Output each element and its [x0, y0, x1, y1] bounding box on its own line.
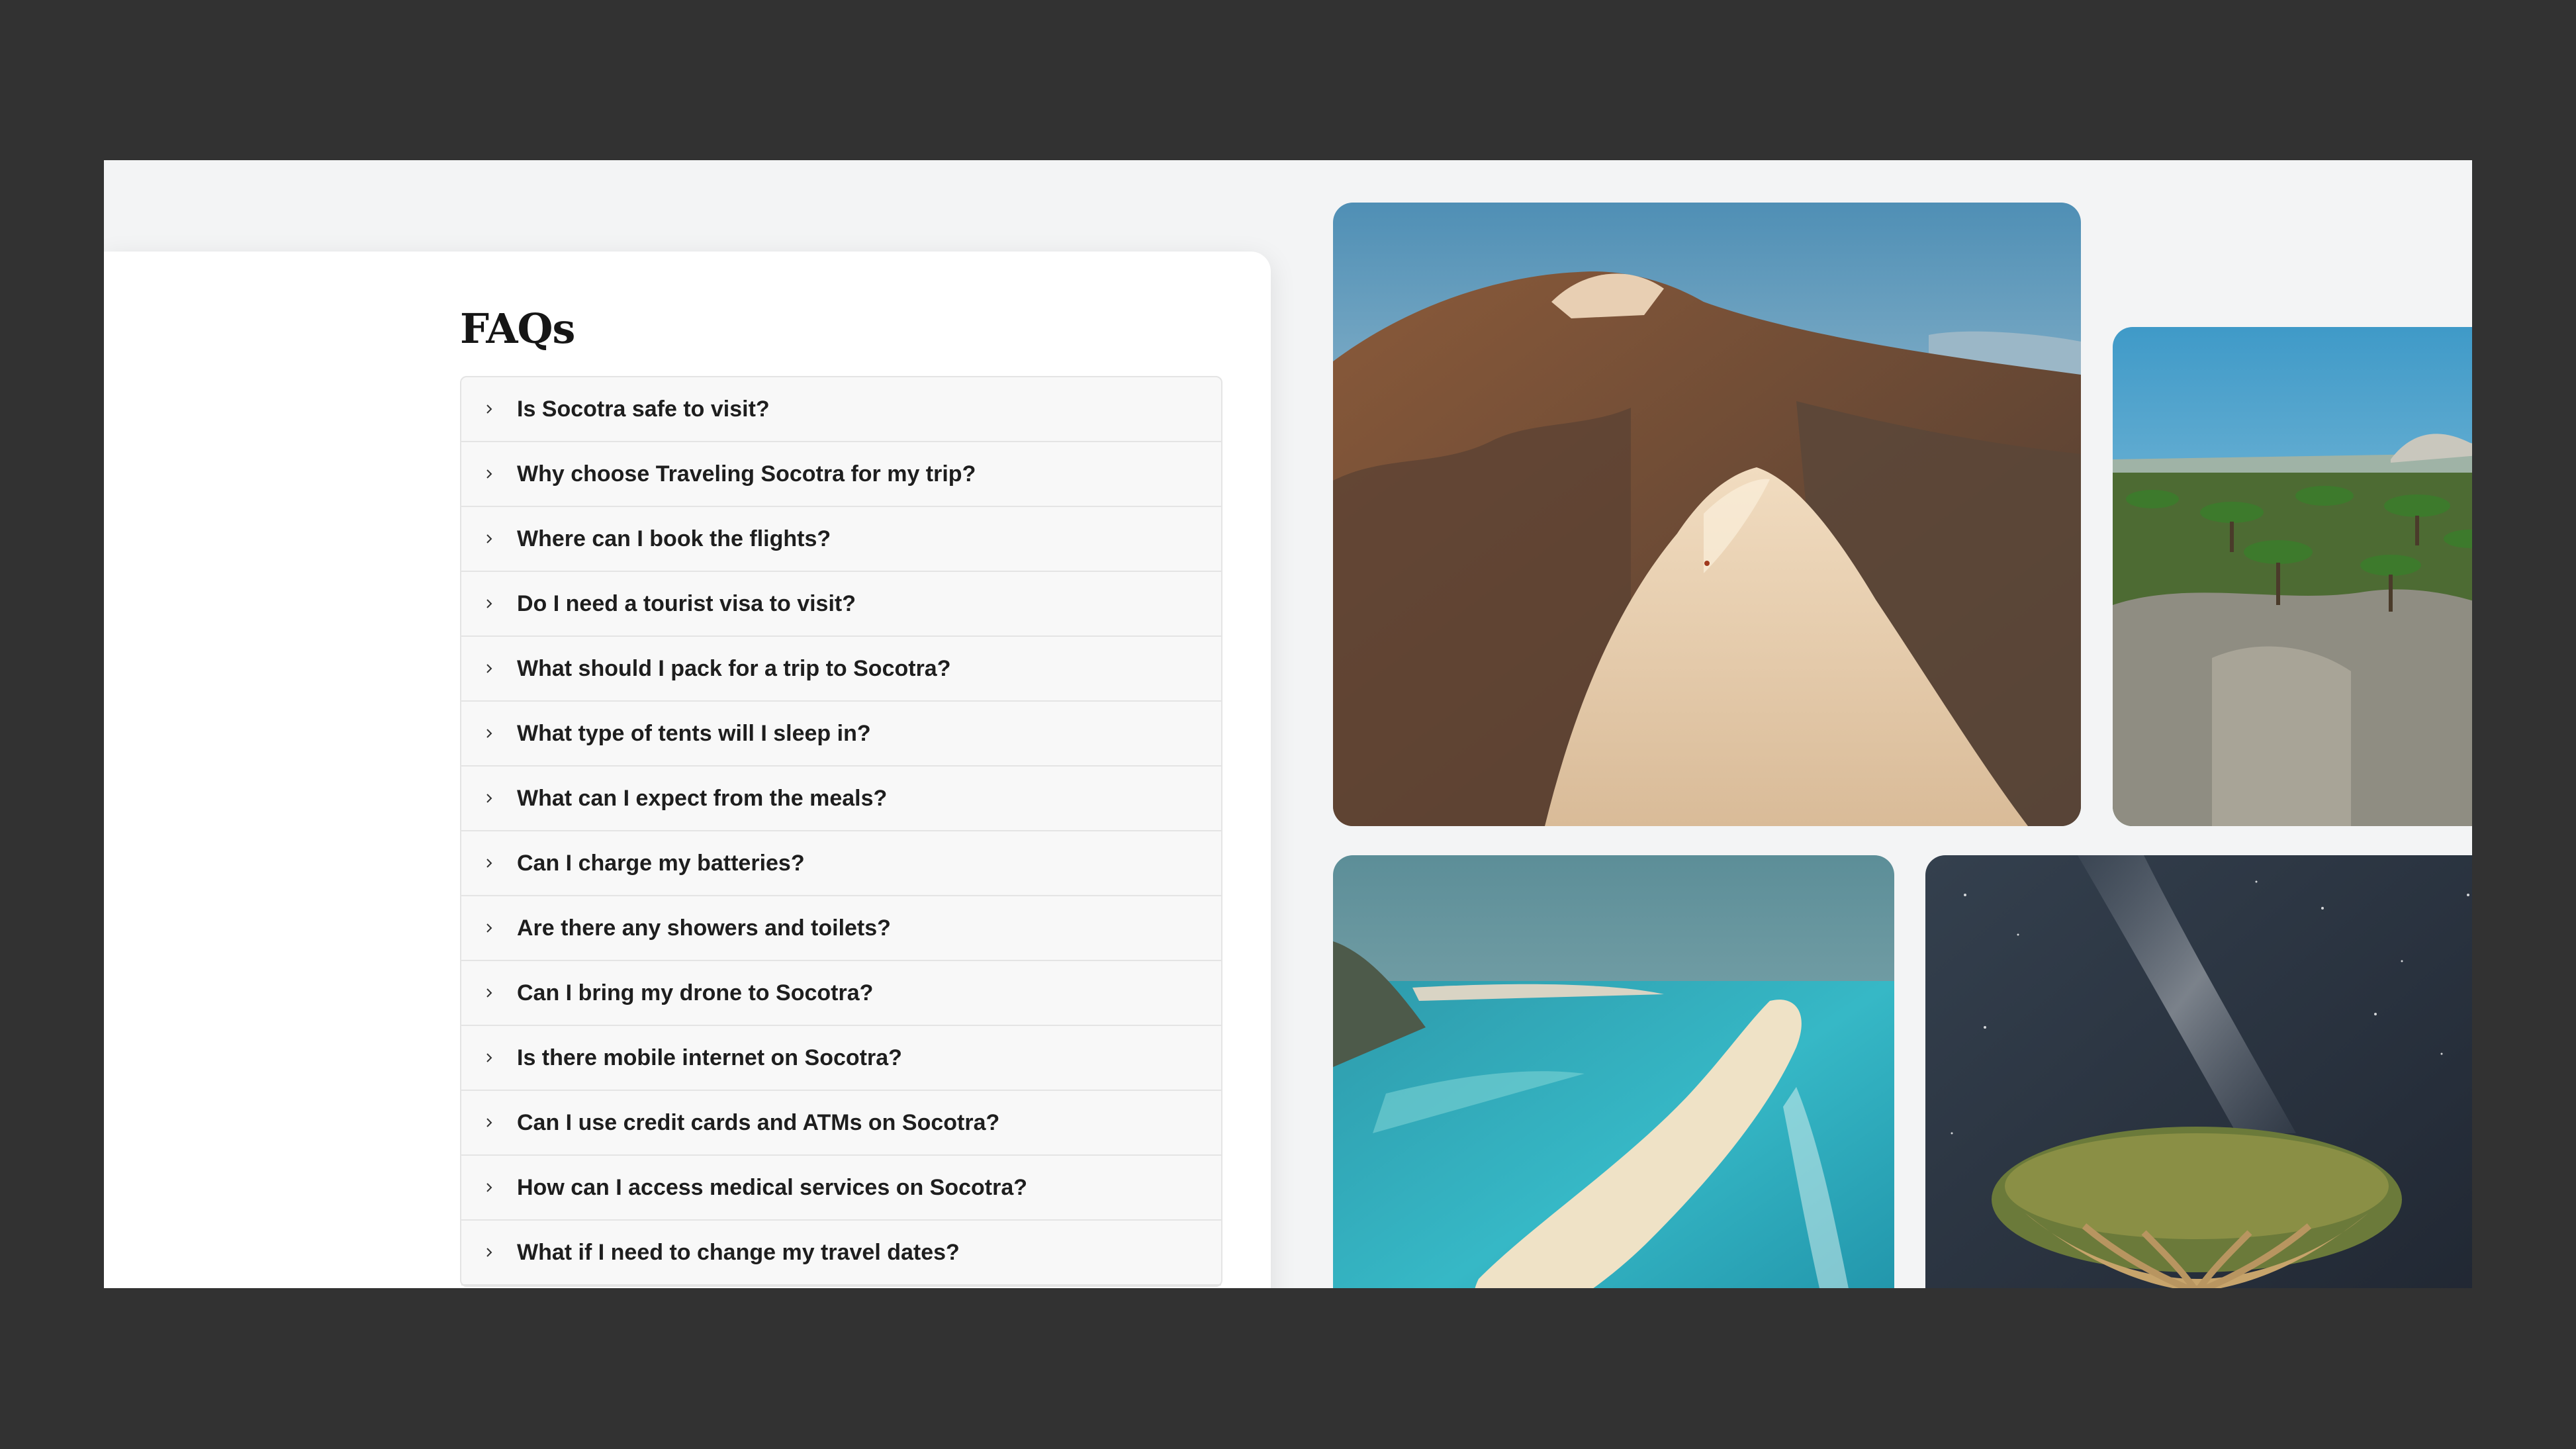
chevron-right-icon — [486, 1053, 492, 1062]
faq-item[interactable]: What if I need to change my travel dates… — [461, 1221, 1221, 1285]
faq-question: What type of tents will I sleep in? — [517, 720, 871, 746]
faq-title: FAQs — [460, 304, 575, 353]
chevron-right-icon — [486, 859, 492, 868]
faq-panel: FAQs Is Socotra safe to visit? Why choos… — [104, 252, 1271, 1288]
chevron-right-icon — [486, 923, 492, 933]
faq-item[interactable]: What should I pack for a trip to Socotra… — [461, 637, 1221, 702]
faq-item[interactable]: Is there mobile internet on Socotra? — [461, 1026, 1221, 1091]
faq-item[interactable]: Can I charge my batteries? — [461, 831, 1221, 896]
chevron-right-icon — [486, 1118, 492, 1127]
chevron-right-icon — [486, 1248, 492, 1257]
faq-question: Is there mobile internet on Socotra? — [517, 1045, 902, 1070]
faq-accordion: Is Socotra safe to visit? Why choose Tra… — [460, 376, 1222, 1287]
faq-question: Is Socotra safe to visit? — [517, 396, 770, 422]
page-frame: FAQs Is Socotra safe to visit? Why choos… — [104, 160, 2472, 1288]
faq-item[interactable]: Can I use credit cards and ATMs on Socot… — [461, 1091, 1221, 1156]
chevron-right-icon — [486, 469, 492, 479]
faq-question: Can I bring my drone to Socotra? — [517, 980, 874, 1005]
faq-item[interactable]: Do I need a tourist visa to visit? — [461, 572, 1221, 637]
dragon-tree-milky-way-photo — [1925, 855, 2472, 1288]
turquoise-sandbar-beach-photo — [1333, 855, 1894, 1288]
faq-item[interactable]: What type of tents will I sleep in? — [461, 702, 1221, 767]
faq-question: What if I need to change my travel dates… — [517, 1239, 960, 1265]
chevron-right-icon — [486, 664, 492, 673]
dragon-blood-tree-forest-photo — [2113, 327, 2472, 826]
faq-question: What can I expect from the meals? — [517, 785, 888, 811]
faq-question: Do I need a tourist visa to visit? — [517, 590, 856, 616]
chevron-right-icon — [486, 534, 492, 543]
faq-item[interactable]: Why choose Traveling Socotra for my trip… — [461, 442, 1221, 507]
sand-dune-mountain-photo — [1333, 203, 2081, 826]
faq-question: Can I charge my batteries? — [517, 850, 805, 876]
faq-question: Can I use credit cards and ATMs on Socot… — [517, 1109, 1000, 1135]
faq-item[interactable]: Where can I book the flights? — [461, 507, 1221, 572]
faq-item[interactable]: How can I access medical services on Soc… — [461, 1156, 1221, 1221]
chevron-right-icon — [486, 988, 492, 998]
faq-question: How can I access medical services on Soc… — [517, 1174, 1028, 1200]
faq-item[interactable]: What can I expect from the meals? — [461, 767, 1221, 831]
faq-question: What should I pack for a trip to Socotra… — [517, 655, 951, 681]
faq-item[interactable]: Is Socotra safe to visit? — [461, 377, 1221, 442]
chevron-right-icon — [486, 729, 492, 738]
chevron-right-icon — [486, 599, 492, 608]
faq-question: Are there any showers and toilets? — [517, 915, 891, 941]
chevron-right-icon — [486, 794, 492, 803]
faq-item[interactable]: Can I bring my drone to Socotra? — [461, 961, 1221, 1026]
chevron-right-icon — [486, 1183, 492, 1192]
faq-question: Where can I book the flights? — [517, 526, 831, 551]
faq-item[interactable]: Are there any showers and toilets? — [461, 896, 1221, 961]
chevron-right-icon — [486, 404, 492, 414]
faq-question: Why choose Traveling Socotra for my trip… — [517, 461, 976, 487]
